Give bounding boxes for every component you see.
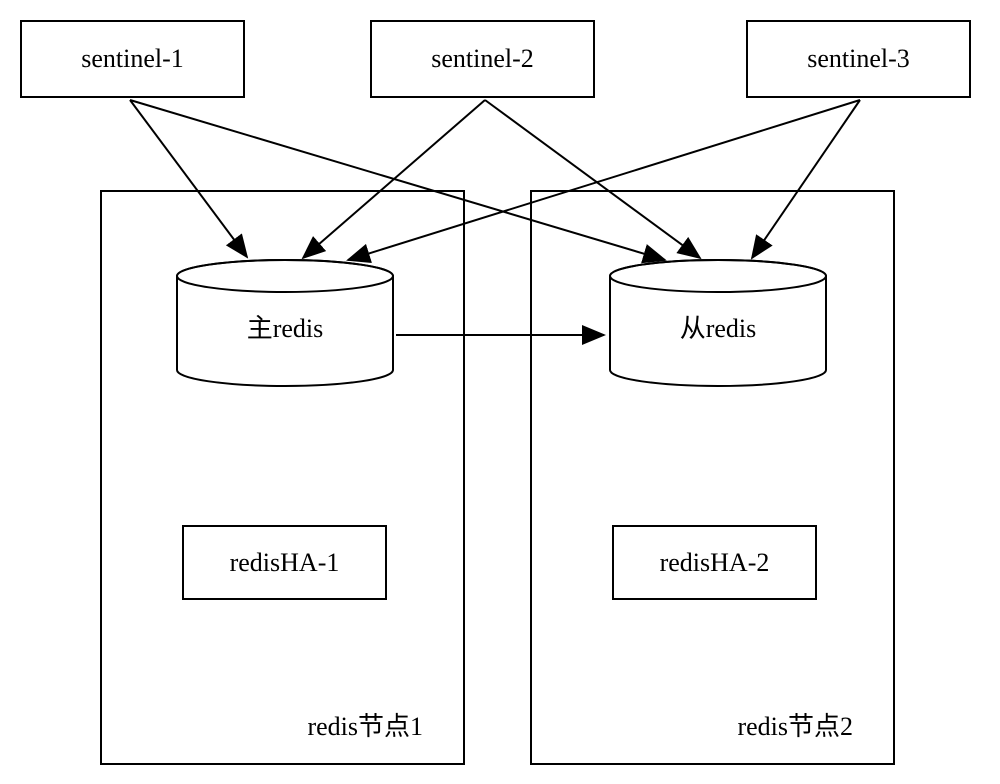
sentinel-box-1: sentinel-1 bbox=[20, 20, 245, 98]
redis-ha-2-label: redisHA-2 bbox=[660, 548, 770, 578]
sentinel-2-label: sentinel-2 bbox=[431, 44, 534, 74]
node-1-title: redis节点1 bbox=[307, 706, 423, 743]
redis-ha-1-label: redisHA-1 bbox=[230, 548, 340, 578]
sentinel-1-label: sentinel-1 bbox=[81, 44, 184, 74]
sentinel-box-2: sentinel-2 bbox=[370, 20, 595, 98]
redis-ha-1-box: redisHA-1 bbox=[182, 525, 387, 600]
redis-ha-2-box: redisHA-2 bbox=[612, 525, 817, 600]
sentinel-3-label: sentinel-3 bbox=[807, 44, 910, 74]
architecture-diagram: sentinel-1 sentinel-2 sentinel-3 redis节点… bbox=[0, 0, 1000, 784]
master-redis-cylinder: 主redis bbox=[175, 258, 395, 388]
sentinel-box-3: sentinel-3 bbox=[746, 20, 971, 98]
node-2-title: redis节点2 bbox=[737, 706, 853, 743]
slave-redis-label: 从redis bbox=[680, 308, 757, 345]
master-redis-label: 主redis bbox=[247, 308, 324, 345]
slave-redis-cylinder: 从redis bbox=[608, 258, 828, 388]
